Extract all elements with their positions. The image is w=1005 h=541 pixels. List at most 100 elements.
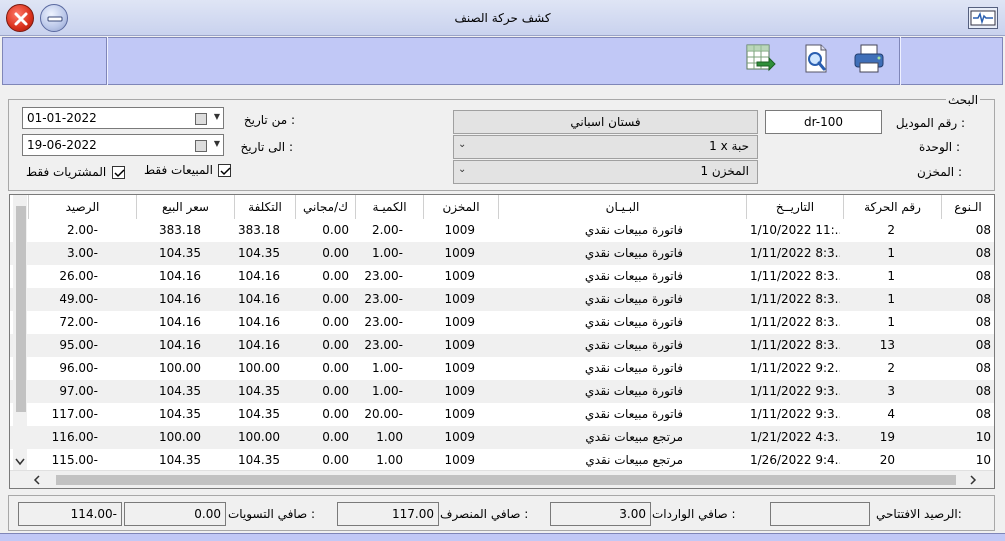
cell-cost: 100.00: [238, 430, 280, 444]
cell-store: 1009: [444, 223, 475, 237]
column-header-type[interactable]: الـنوع: [941, 195, 994, 219]
cell-balance: 97.00-: [59, 384, 98, 398]
store-select[interactable]: ⌄ المخزن 1: [453, 160, 758, 184]
sales-only-label: المبيعات فقط: [144, 163, 213, 177]
chevron-down-icon[interactable]: ▼: [214, 139, 220, 148]
cell-store: 1009: [444, 361, 475, 375]
table-row[interactable]: 08 1 1/11/2022 8:3... فاتورة مبيعات نقدي 100…: [10, 265, 994, 288]
cell-sale-price: 100.00: [159, 430, 201, 444]
table-row[interactable]: 08 2 1/10/2022 11:... فاتورة مبيعات نقدي 100…: [10, 219, 994, 242]
table-row[interactable]: 08 2 1/11/2022 9:2... فاتورة مبيعات نقدي 100…: [10, 357, 994, 380]
cell-sale-price: 104.16: [159, 315, 201, 329]
checkmark-icon: [220, 167, 231, 176]
horizontal-scrollbar[interactable]: [10, 470, 994, 488]
cell-sale-price: 104.35: [159, 407, 201, 421]
cell-cost: 104.35: [238, 246, 280, 260]
column-header-free-qty[interactable]: ك/مجاني: [295, 195, 355, 219]
cell-description: فاتورة مبيعات نقدي: [584, 292, 683, 306]
close-button[interactable]: [6, 4, 34, 32]
cell-description: فاتورة مبيعات نقدي: [584, 246, 683, 260]
calendar-icon[interactable]: [195, 113, 207, 125]
cell-balance: 115.00-: [51, 453, 98, 467]
table-row[interactable]: 08 1 1/11/2022 8:3... فاتورة مبيعات نقدي 100…: [10, 311, 994, 334]
cell-cost: 104.16: [238, 292, 280, 306]
column-header-sale-price[interactable]: سعر البيع: [136, 195, 234, 219]
model-input[interactable]: dr-100: [765, 110, 882, 134]
cell-cost: 104.16: [238, 338, 280, 352]
cell-qty: 23.00-: [364, 269, 403, 283]
cell-date: 1/11/2022 9:3...: [750, 384, 840, 398]
column-header-balance[interactable]: الرصيد: [28, 195, 136, 219]
checkmark-icon: [114, 169, 125, 178]
unit-select[interactable]: ⌄ 1 x حبة: [453, 135, 758, 159]
column-header-date[interactable]: التاريــخ: [746, 195, 843, 219]
cell-type: 08: [975, 223, 991, 237]
from-date-label: من تاريخ :: [243, 113, 295, 127]
cell-cost: 104.16: [238, 269, 280, 283]
chevron-down-icon[interactable]: ▼: [214, 112, 220, 121]
cell-store: 1009: [444, 453, 475, 467]
table-row[interactable]: 08 1 1/11/2022 8:3... فاتورة مبيعات نقدي 100…: [10, 288, 994, 311]
cell-date: 1/11/2022 8:3...: [750, 315, 840, 329]
cell-free-qty: 0.00: [322, 246, 349, 260]
column-header-description[interactable]: البـيـان: [498, 195, 746, 219]
scroll-right-icon[interactable]: [968, 474, 978, 486]
toolbar-divider: [899, 37, 901, 85]
cell-qty: 1.00-: [371, 361, 403, 375]
table-row[interactable]: 10 20 1/26/2022 9:4... مرتجع مبيعات نقدي 100…: [10, 449, 994, 472]
table-row[interactable]: 08 1 1/11/2022 8:3... فاتورة مبيعات نقدي 100…: [10, 242, 994, 265]
cell-qty: 23.00-: [364, 292, 403, 306]
column-header-qty[interactable]: الكميـة: [355, 195, 423, 219]
sales-only-checkbox[interactable]: [218, 164, 231, 177]
print-preview-button[interactable]: [799, 42, 833, 76]
vertical-scrollbar[interactable]: [13, 195, 27, 470]
from-date-input[interactable]: 01-01-2022 ▼: [22, 107, 224, 129]
table-row[interactable]: 08 3 1/11/2022 9:3... فاتورة مبيعات نقدي 100…: [10, 380, 994, 403]
app-icon: [968, 7, 998, 29]
cell-free-qty: 0.00: [322, 315, 349, 329]
scrollbar-thumb[interactable]: [16, 206, 26, 412]
cell-free-qty: 0.00: [322, 338, 349, 352]
purchases-only-checkbox[interactable]: [112, 166, 125, 179]
cell-qty: 1.00-: [371, 246, 403, 260]
cell-movement-no: 1: [887, 292, 895, 306]
to-date-input[interactable]: 19-06-2022 ▼: [22, 134, 224, 156]
column-header-store[interactable]: المخزن: [423, 195, 498, 219]
cell-sale-price: 104.35: [159, 246, 201, 260]
table-row[interactable]: 08 4 1/11/2022 9:3... فاتورة مبيعات نقدي 100…: [10, 403, 994, 426]
calendar-icon[interactable]: [195, 140, 207, 152]
cell-qty: 1.00-: [371, 384, 403, 398]
minimize-button[interactable]: [40, 4, 68, 32]
table-row[interactable]: 08 13 1/11/2022 8:3... فاتورة مبيعات نقدي 10…: [10, 334, 994, 357]
table-row[interactable]: 10 19 1/21/2022 4:3... مرتجع مبيعات نقدي 100…: [10, 426, 994, 449]
cell-type: 08: [975, 246, 991, 260]
close-icon: [14, 12, 28, 26]
cell-type: 08: [975, 407, 991, 421]
scroll-down-icon[interactable]: [14, 457, 26, 467]
export-button[interactable]: [743, 42, 777, 76]
cell-qty: 23.00-: [364, 315, 403, 329]
cell-description: فاتورة مبيعات نقدي: [584, 315, 683, 329]
column-header-movement-no[interactable]: رقم الحركة: [843, 195, 941, 219]
scrollbar-thumb[interactable]: [56, 475, 956, 485]
net-adjustments-field: 0.00: [124, 502, 226, 526]
cell-sale-price: 104.35: [159, 384, 201, 398]
cell-date: 1/11/2022 8:3...: [750, 269, 840, 283]
cell-free-qty: 0.00: [322, 361, 349, 375]
cell-description: مرتجع مبيعات نقدي: [585, 453, 683, 467]
cell-qty: 1.00: [376, 453, 403, 467]
cell-description: فاتورة مبيعات نقدي: [584, 223, 683, 237]
cell-cost: 104.16: [238, 315, 280, 329]
cell-type: 10: [975, 453, 991, 467]
cell-date: 1/26/2022 9:4...: [750, 453, 840, 467]
cell-store: 1009: [444, 430, 475, 444]
scroll-left-icon[interactable]: [32, 474, 42, 486]
movement-grid[interactable]: الرصيد سعر البيع التكلفة ك/مجاني الكميـة المخ…: [9, 194, 995, 489]
cell-free-qty: 0.00: [322, 430, 349, 444]
cell-balance: 2.00-: [66, 223, 98, 237]
print-button[interactable]: [852, 42, 886, 76]
column-header-cost[interactable]: التكلفة: [234, 195, 295, 219]
printer-icon: [854, 44, 884, 73]
cell-sale-price: 104.16: [159, 292, 201, 306]
cell-qty: 20.00-: [364, 407, 403, 421]
